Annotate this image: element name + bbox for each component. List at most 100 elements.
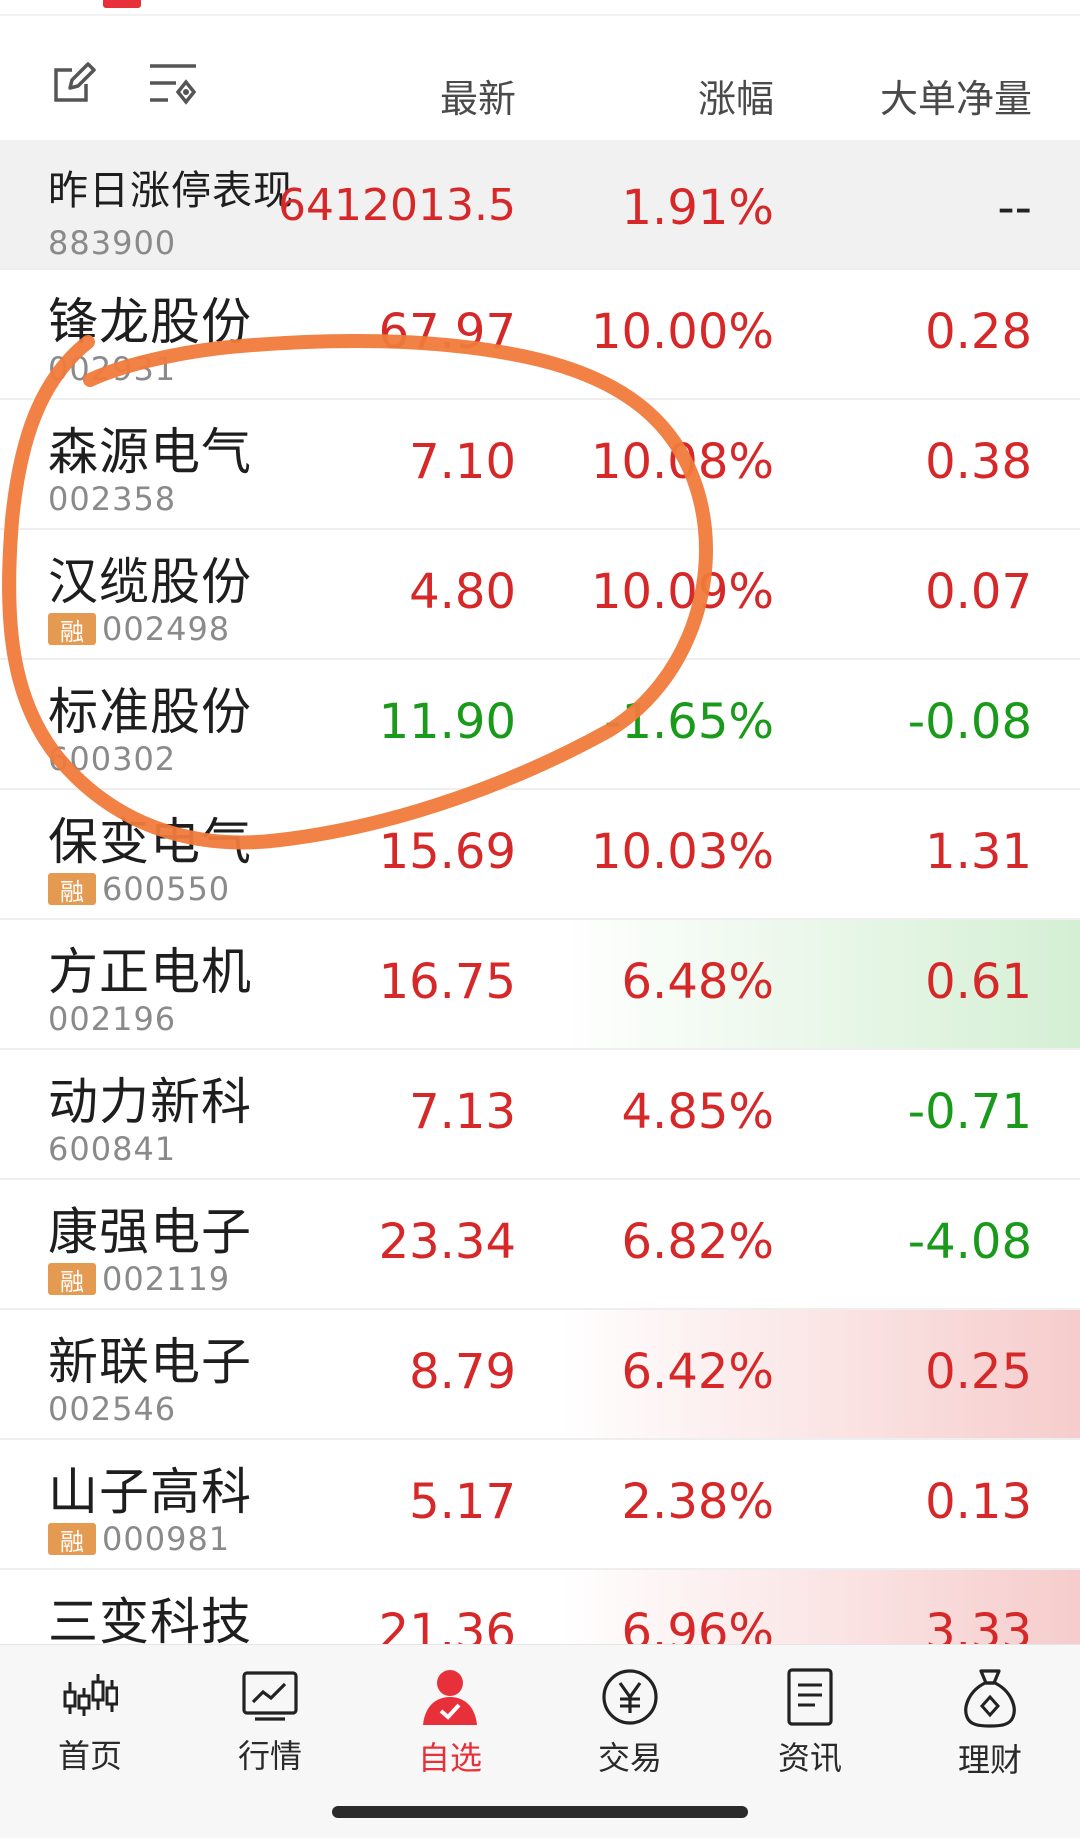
stock-code: 002498 <box>102 610 231 648</box>
stock-code-wrap: 融 000981 <box>48 1520 231 1558</box>
stock-code: 002358 <box>48 480 177 518</box>
stock-bigorder-net: 0.61 <box>925 954 1032 1010</box>
stock-code: 002119 <box>102 1260 231 1298</box>
summary-row[interactable]: 昨日涨停表现 883900 6412013.5 1.91% -- <box>0 140 1080 270</box>
tab-wealth[interactable]: 理财 <box>930 1667 1050 1779</box>
stock-latest-price: 16.75 <box>378 954 516 1010</box>
tab-watchlist[interactable]: 自选 <box>390 1667 510 1777</box>
table-row[interactable]: 山子高科融 000981 5.17 2.38% 0.13 <box>0 1440 1080 1570</box>
tab-label: 资讯 <box>777 1739 842 1777</box>
stock-change-pct: -1.65% <box>604 694 774 750</box>
stock-code-wrap: 600841 <box>48 1130 177 1168</box>
stock-change-pct: 2.38% <box>621 1474 774 1530</box>
stock-code: 600302 <box>48 740 177 778</box>
yen-circle-icon <box>598 1667 662 1727</box>
margin-badge: 融 <box>48 1263 96 1296</box>
stock-change-pct: 6.82% <box>621 1214 774 1270</box>
stock-code: 002931 <box>48 350 177 388</box>
stock-latest-price: 5.17 <box>409 1474 516 1530</box>
table-row[interactable]: 标准股份 600302 11.90 -1.65% -0.08 <box>0 660 1080 790</box>
summary-latest: 6412013.5 <box>278 180 516 231</box>
list-header: 最新 涨幅 大单净量 <box>0 16 1080 140</box>
stock-change-pct: 4.85% <box>621 1084 774 1140</box>
stock-name: 汉缆股份 <box>48 553 252 611</box>
stock-latest-price: 8.79 <box>409 1344 516 1400</box>
stock-bigorder-net: -0.71 <box>907 1084 1032 1140</box>
stock-code-wrap: 融 002119 <box>48 1260 231 1298</box>
stock-code-wrap: 600302 <box>48 740 177 778</box>
stock-latest-price: 67.97 <box>378 304 516 360</box>
stock-name: 保变电气 <box>48 813 252 871</box>
table-row[interactable]: 保变电气融 600550 15.69 10.03% 1.31 <box>0 790 1080 920</box>
stock-name: 锋龙股份 <box>48 293 252 351</box>
stock-change-pct: 10.03% <box>590 824 774 880</box>
stock-bigorder-net: 0.28 <box>925 304 1032 360</box>
stock-code-wrap: 融 002498 <box>48 610 231 648</box>
stock-change-pct: 6.48% <box>621 954 774 1010</box>
tab-label: 自选 <box>417 1739 482 1777</box>
stock-code: 000981 <box>102 1520 231 1558</box>
stock-name: 森源电气 <box>48 423 252 481</box>
tab-label: 理财 <box>957 1741 1022 1779</box>
stock-code: 600841 <box>48 1130 177 1168</box>
tab-label: 首页 <box>57 1737 122 1775</box>
stock-bigorder-net: -0.08 <box>907 694 1032 750</box>
stock-name: 动力新科 <box>48 1073 252 1131</box>
edit-icon[interactable] <box>46 56 100 110</box>
summary-net: -- <box>997 180 1032 236</box>
chart-monitor-icon <box>238 1667 302 1725</box>
candlestick-icon <box>58 1667 122 1725</box>
column-header-change[interactable]: 涨幅 <box>698 68 774 123</box>
money-bag-icon <box>958 1667 1022 1729</box>
column-header-latest[interactable]: 最新 <box>440 68 516 123</box>
stock-code-wrap: 002196 <box>48 1000 177 1038</box>
table-row[interactable]: 康强电子融 002119 23.34 6.82% -4.08 <box>0 1180 1080 1310</box>
tab-label: 行情 <box>237 1737 302 1775</box>
stock-latest-price: 7.13 <box>409 1084 516 1140</box>
table-row[interactable]: 汉缆股份融 002498 4.80 10.09% 0.07 <box>0 530 1080 660</box>
tab-indicator <box>103 0 141 8</box>
summary-name: 昨日涨停表现 <box>48 168 294 214</box>
stock-bigorder-net: 0.13 <box>925 1474 1032 1530</box>
home-indicator <box>332 1806 748 1818</box>
tab-home[interactable]: 首页 <box>30 1667 150 1777</box>
stock-code-wrap: 融 600550 <box>48 870 231 908</box>
stock-bigorder-net: 0.07 <box>925 564 1032 620</box>
table-row[interactable]: 动力新科 600841 7.13 4.85% -0.71 <box>0 1050 1080 1180</box>
column-header-bigorder[interactable]: 大单净量 <box>880 68 1032 123</box>
stock-latest-price: 23.34 <box>378 1214 516 1270</box>
tab-label: 交易 <box>597 1739 662 1777</box>
stock-name: 标准股份 <box>48 683 252 741</box>
tab-trade[interactable]: 交易 <box>570 1667 690 1777</box>
stock-bigorder-net: 0.38 <box>925 434 1032 490</box>
stock-change-pct: 6.42% <box>621 1344 774 1400</box>
stock-latest-price: 7.10 <box>409 434 516 490</box>
table-row[interactable]: 新联电子 002546 8.79 6.42% 0.25 <box>0 1310 1080 1440</box>
stock-change-pct: 10.08% <box>590 434 774 490</box>
stock-code: 002196 <box>48 1000 177 1038</box>
stock-code-wrap: 002931 <box>48 350 177 388</box>
table-row[interactable]: 方正电机 002196 16.75 6.48% 0.61 <box>0 920 1080 1050</box>
stock-code: 002546 <box>48 1390 177 1428</box>
stock-latest-price: 15.69 <box>378 824 516 880</box>
document-icon <box>778 1667 842 1727</box>
user-check-icon <box>418 1667 482 1727</box>
stock-latest-price: 11.90 <box>378 694 516 750</box>
stock-bigorder-net: 1.31 <box>925 824 1032 880</box>
stock-name: 山子高科 <box>48 1463 252 1521</box>
table-row[interactable]: 锋龙股份 002931 67.97 10.00% 0.28 <box>0 270 1080 400</box>
summary-code: 883900 <box>48 224 177 262</box>
stock-code-wrap: 002358 <box>48 480 177 518</box>
stock-name: 新联电子 <box>48 1333 252 1391</box>
stock-code: 600550 <box>102 870 231 908</box>
stock-code-wrap: 002546 <box>48 1390 177 1428</box>
margin-badge: 融 <box>48 873 96 906</box>
stock-latest-price: 4.80 <box>409 564 516 620</box>
tab-market[interactable]: 行情 <box>210 1667 330 1777</box>
table-row[interactable]: 森源电气 002358 7.10 10.08% 0.38 <box>0 400 1080 530</box>
margin-badge: 融 <box>48 1523 96 1556</box>
margin-badge: 融 <box>48 613 96 646</box>
stock-bigorder-net: 0.25 <box>925 1344 1032 1400</box>
filter-settings-icon[interactable] <box>146 56 200 110</box>
tab-news[interactable]: 资讯 <box>750 1667 870 1777</box>
